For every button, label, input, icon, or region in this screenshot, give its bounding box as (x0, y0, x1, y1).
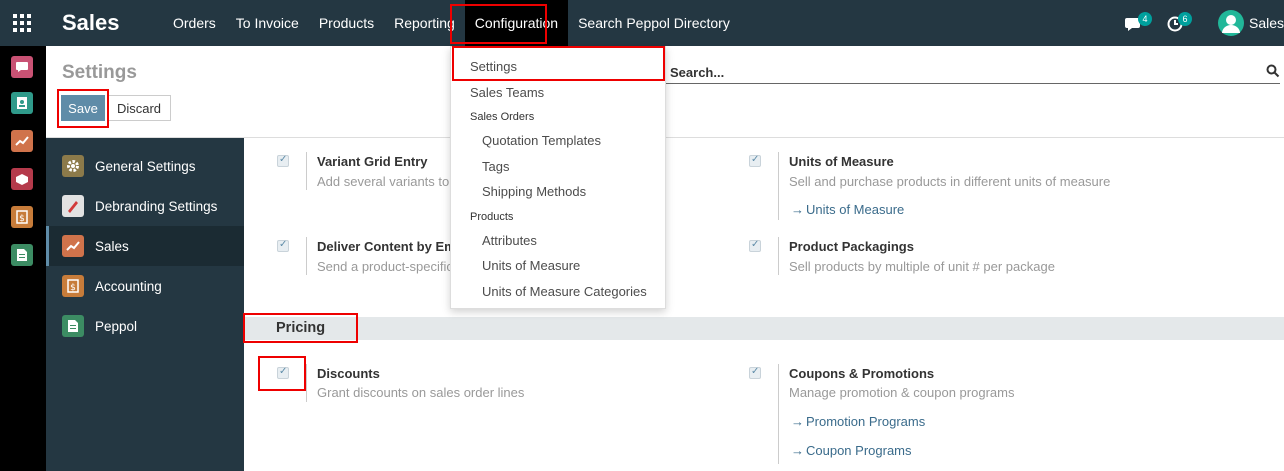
contacts-icon[interactable] (11, 92, 33, 114)
divider (778, 152, 779, 220)
deliver-content-title: Deliver Content by Ema (317, 239, 463, 254)
discounts-checkbox[interactable] (277, 366, 289, 379)
product-packagings-checkbox[interactable] (749, 239, 761, 252)
units-of-measure-title: Units of Measure (789, 154, 894, 169)
discounts-title: Discounts (317, 366, 380, 381)
dropdown-header-products: Products (470, 211, 514, 223)
dropdown-item-sales-teams[interactable]: Sales Teams (470, 85, 544, 100)
dropdown-item-units-of-measure[interactable]: Units of Measure (482, 258, 580, 273)
coupons-desc: Manage promotion & coupon programs (789, 385, 1015, 400)
sidebar-item-general-settings[interactable]: General Settings (46, 146, 244, 186)
discounts-desc: Grant discounts on sales order lines (317, 385, 525, 400)
accounting-icon: $ (62, 275, 84, 297)
sidebar-item-label: Accounting (95, 278, 162, 294)
menu-configuration[interactable]: Configuration (464, 0, 569, 46)
app-switcher-bar: $ (0, 46, 46, 471)
arrow-right-icon: → (791, 443, 804, 458)
peppol-icon[interactable] (11, 244, 33, 266)
sidebar-item-label: Sales (95, 238, 129, 254)
units-of-measure-desc: Sell and purchase products in different … (789, 174, 1111, 189)
arrow-right-icon: → (791, 414, 804, 429)
divider (306, 237, 307, 275)
divider (306, 152, 307, 190)
sidebar-item-debranding-settings[interactable]: Debranding Settings (46, 186, 244, 226)
gear-icon (62, 155, 84, 177)
dropdown-item-settings[interactable]: Settings (470, 59, 517, 74)
menu-reporting[interactable]: Reporting (384, 0, 465, 46)
dropdown-item-attributes[interactable]: Attributes (482, 233, 537, 248)
sidebar-item-label: General Settings (95, 158, 196, 174)
svg-text:$: $ (70, 283, 76, 293)
arrow-right-icon: → (791, 202, 804, 217)
messages-badge: 4 (1138, 12, 1152, 26)
pricing-section-header: Pricing (244, 317, 1284, 340)
apps-grid-icon[interactable] (13, 14, 31, 32)
discuss-icon[interactable] (11, 56, 33, 78)
user-avatar-icon (1222, 15, 1240, 33)
deliver-content-desc: Send a product-specific (317, 259, 453, 274)
svg-text:$: $ (19, 214, 25, 224)
units-of-measure-checkbox[interactable] (749, 154, 761, 167)
deliver-content-checkbox[interactable] (277, 239, 289, 252)
settings-sidebar: General Settings Debranding Settings Sal… (46, 138, 244, 471)
coupons-checkbox[interactable] (749, 366, 761, 379)
debranding-icon (62, 195, 84, 217)
sidebar-item-label: Debranding Settings (95, 198, 218, 214)
dropdown-item-quotation-templates[interactable]: Quotation Templates (482, 133, 601, 148)
dropdown-header-sales-orders: Sales Orders (470, 111, 535, 123)
coupon-programs-link[interactable]: → Coupon Programs (791, 443, 912, 458)
sales-chart-icon (62, 235, 84, 257)
configuration-dropdown: Settings Sales Teams Sales Orders Quotat… (450, 46, 666, 309)
sidebar-item-label: Peppol (95, 318, 138, 334)
sidebar-item-accounting[interactable]: $ Accounting (46, 266, 244, 306)
main-menu: Orders To Invoice Products Reporting Con… (163, 0, 740, 46)
save-button[interactable]: Save (61, 95, 105, 121)
discard-button[interactable]: Discard (107, 95, 171, 121)
product-packagings-title: Product Packagings (789, 239, 914, 254)
menu-orders[interactable]: Orders (163, 0, 226, 46)
menu-to-invoice[interactable]: To Invoice (226, 0, 309, 46)
divider (306, 364, 307, 402)
variant-grid-desc: Add several variants to (317, 174, 450, 189)
product-packagings-desc: Sell products by multiple of unit # per … (789, 259, 1055, 274)
search-icon[interactable] (1266, 64, 1280, 78)
sales-icon[interactable] (11, 130, 33, 152)
inventory-icon[interactable] (11, 168, 33, 190)
search-bar (666, 60, 1280, 84)
coupons-title: Coupons & Promotions (789, 366, 935, 381)
activities-badge: 6 (1178, 12, 1192, 26)
menu-products[interactable]: Products (309, 0, 384, 46)
divider (778, 364, 779, 464)
variant-grid-checkbox[interactable] (277, 154, 289, 167)
variant-grid-title: Variant Grid Entry (317, 154, 428, 169)
sidebar-item-sales[interactable]: Sales (46, 226, 244, 266)
sidebar-item-peppol[interactable]: Peppol (46, 306, 244, 346)
promotion-programs-link[interactable]: → Promotion Programs (791, 414, 925, 429)
dropdown-item-shipping-methods[interactable]: Shipping Methods (482, 184, 586, 199)
divider (778, 237, 779, 275)
invoicing-icon[interactable]: $ (11, 206, 33, 228)
menu-search-peppol-directory[interactable]: Search Peppol Directory (568, 0, 740, 46)
units-of-measure-link[interactable]: → Units of Measure (791, 202, 904, 217)
peppol-document-icon (62, 315, 84, 337)
app-brand[interactable]: Sales (62, 10, 120, 36)
dropdown-item-tags[interactable]: Tags (482, 159, 509, 174)
dropdown-item-units-of-measure-categories[interactable]: Units of Measure Categories (482, 284, 647, 299)
user-avatar[interactable] (1218, 10, 1244, 36)
top-navbar: Sales Orders To Invoice Products Reporti… (0, 0, 1284, 46)
settings-content: Variant Grid Entry Add several variants … (244, 138, 1284, 471)
page-title: Settings (62, 62, 137, 83)
search-input[interactable] (670, 62, 1250, 82)
user-name[interactable]: Sales (1249, 15, 1284, 31)
pricing-title: Pricing (276, 320, 326, 336)
